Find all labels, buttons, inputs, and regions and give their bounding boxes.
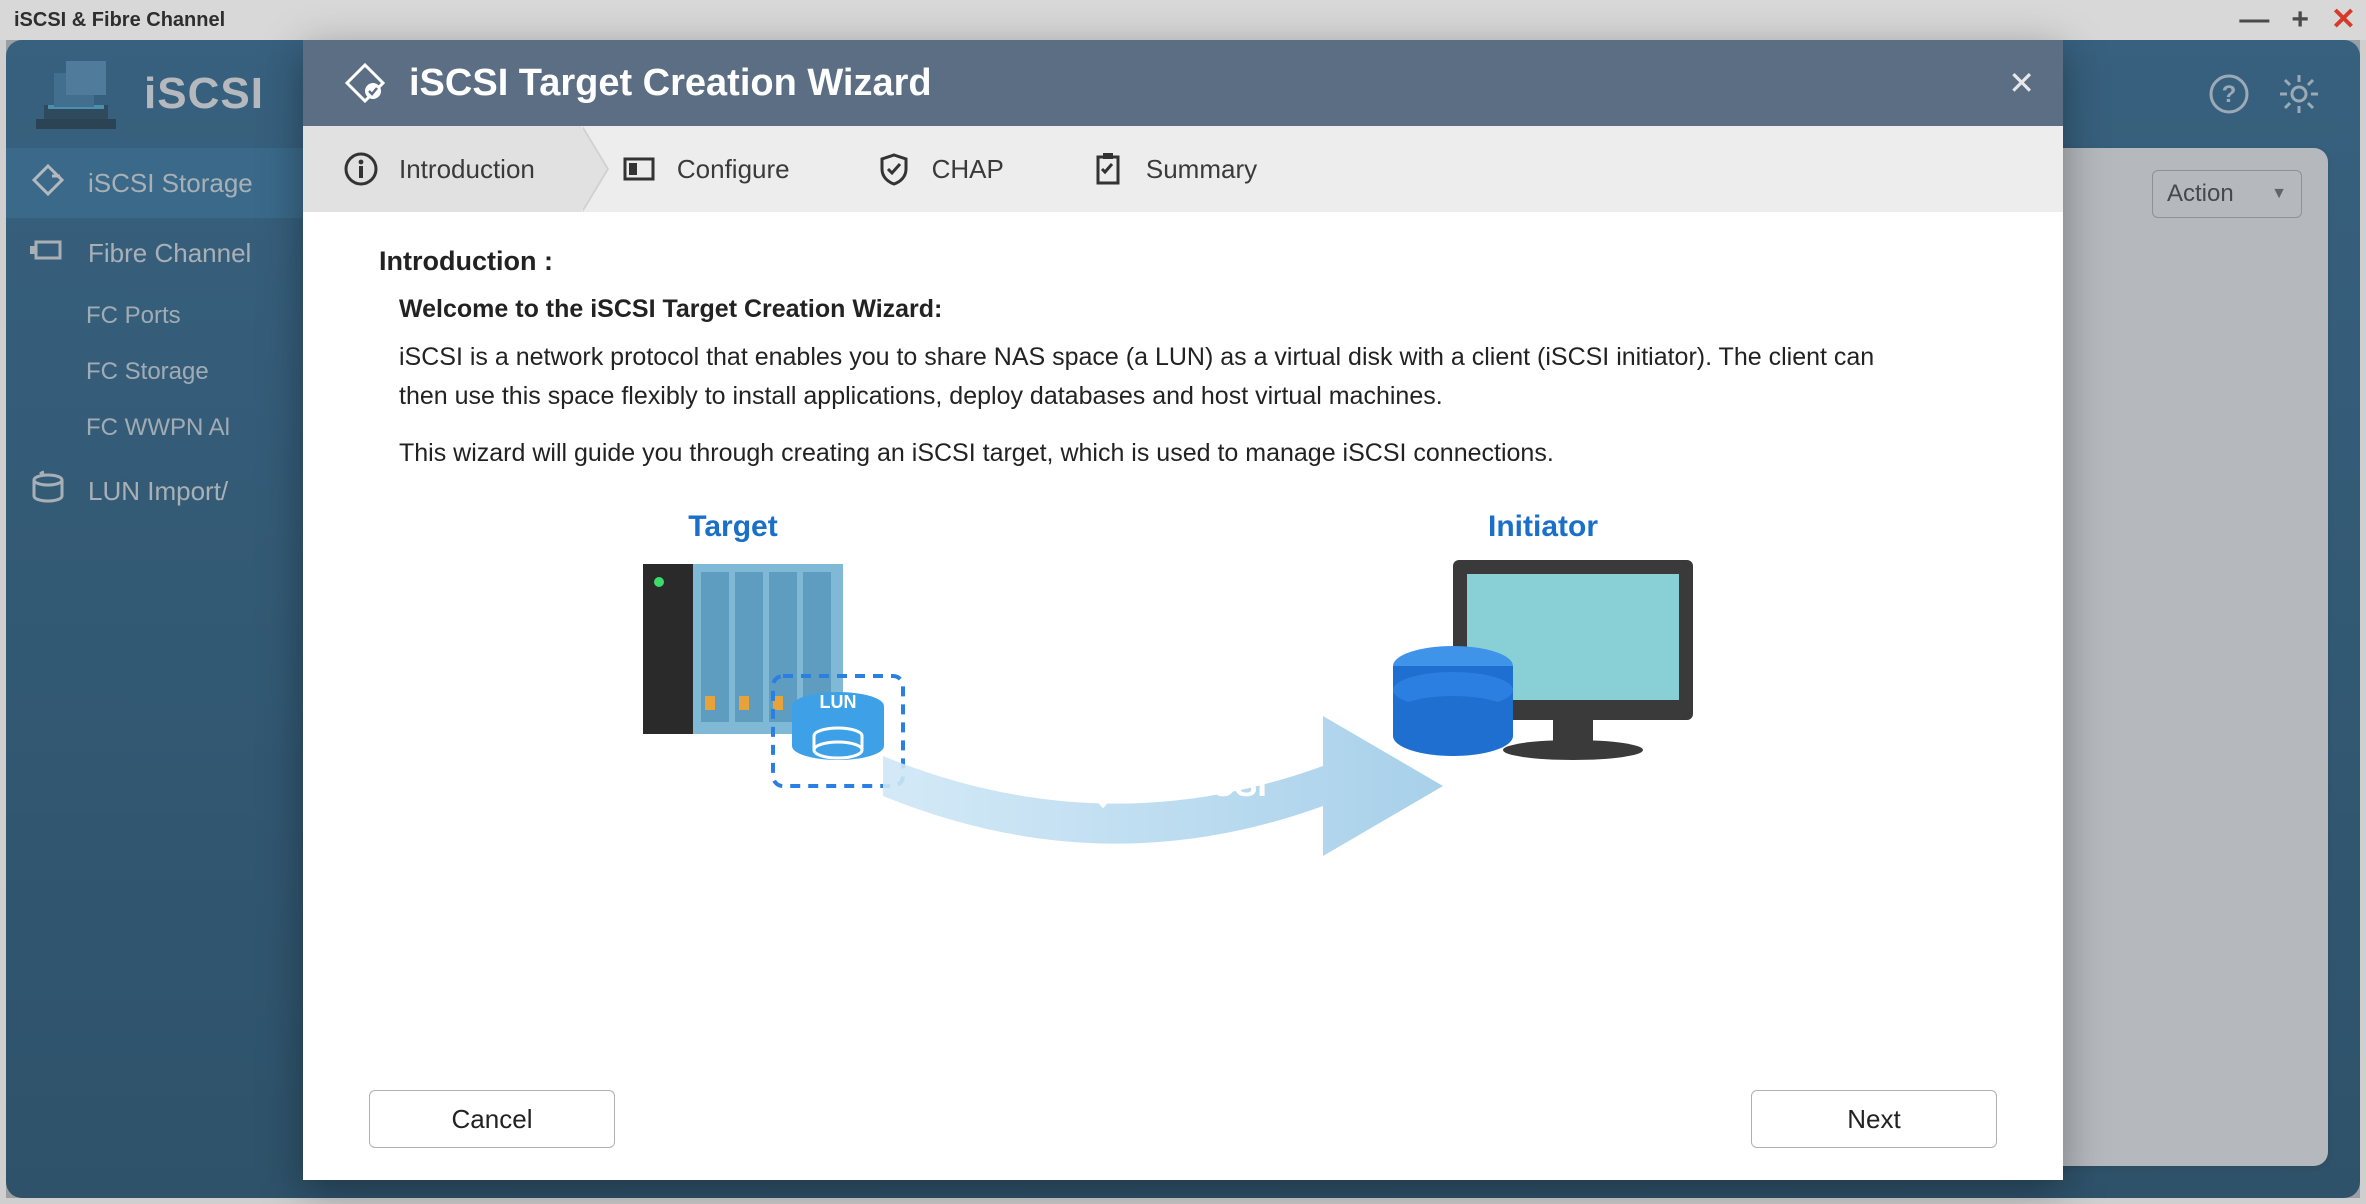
maximize-button[interactable]: + — [2291, 5, 2309, 35]
wizard-icon — [343, 61, 387, 105]
wizard-steps: Introduction Configure CHAP Summary — [303, 126, 2063, 212]
shield-icon — [876, 151, 912, 187]
window-titlebar: iSCSI & Fibre Channel — + ✕ — [0, 0, 2366, 40]
close-button[interactable]: ✕ — [2331, 5, 2356, 35]
modal-overlay: iSCSI Target Creation Wizard ✕ Introduct… — [6, 40, 2360, 1198]
diagram-initiator-label: Initiator — [1488, 510, 1598, 543]
next-button[interactable]: Next — [1751, 1090, 1997, 1148]
intro-paragraph-2: This wizard will guide you through creat… — [379, 434, 1899, 473]
step-label: CHAP — [932, 154, 1004, 185]
summary-icon — [1090, 151, 1126, 187]
intro-paragraph-1: iSCSI is a network protocol that enables… — [379, 338, 1899, 416]
intro-heading: Introduction : — [379, 246, 1987, 277]
step-introduction[interactable]: Introduction — [303, 126, 581, 212]
window-title: iSCSI & Fibre Channel — [10, 9, 225, 32]
intro-welcome: Welcome to the iSCSI Target Creation Wiz… — [379, 295, 1987, 324]
step-label: Configure — [677, 154, 790, 185]
svg-text:iSCSI: iSCSI — [1178, 766, 1267, 804]
wizard-title: iSCSI Target Creation Wizard — [409, 62, 932, 105]
step-configure[interactable]: Configure — [581, 126, 836, 212]
intro-diagram: Target LUN — [379, 506, 1987, 906]
configure-icon — [621, 151, 657, 187]
diagram-target-label: Target — [688, 510, 777, 543]
info-icon — [343, 151, 379, 187]
step-label: Summary — [1146, 154, 1257, 185]
svg-text:LUN: LUN — [820, 692, 857, 712]
wizard-dialog: iSCSI Target Creation Wizard ✕ Introduct… — [303, 40, 2063, 1180]
wizard-title-bar: iSCSI Target Creation Wizard ✕ — [303, 40, 2063, 126]
wizard-footer: Cancel Next — [303, 1070, 2063, 1180]
step-chap[interactable]: CHAP — [836, 126, 1050, 212]
cancel-button[interactable]: Cancel — [369, 1090, 615, 1148]
step-summary[interactable]: Summary — [1050, 126, 1303, 212]
minimize-button[interactable]: — — [2239, 5, 2269, 35]
step-label: Introduction — [399, 154, 535, 185]
close-icon[interactable]: ✕ — [2008, 64, 2035, 102]
